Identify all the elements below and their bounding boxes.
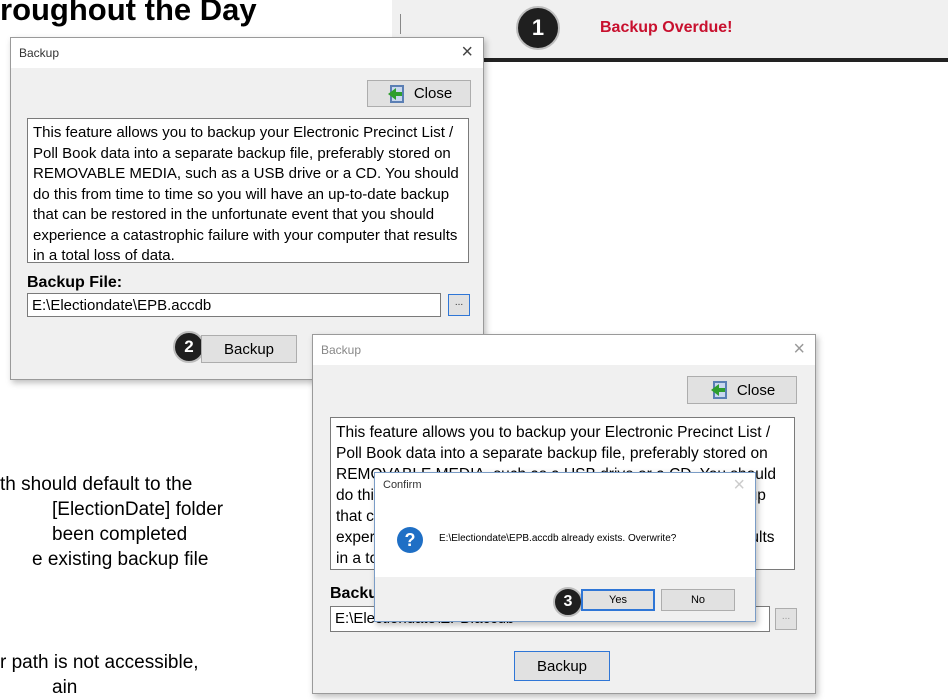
confirm-title: Confirm (383, 479, 422, 491)
no-button-label: No (690, 594, 706, 606)
title-bar: Backup × (11, 38, 483, 68)
body-text-line-4: e existing backup file (32, 549, 209, 570)
window-close-icon-2[interactable]: × (793, 338, 805, 361)
page-heading: roughout the Day (0, 0, 257, 27)
backup-overdue-label[interactable]: Backup Overdue! (600, 19, 732, 37)
exit-arrow-icon-2 (710, 381, 727, 399)
backup-file-label: Backup File: (27, 274, 123, 291)
body-text-line-5: r path is not accessible, (0, 652, 199, 673)
window-title-2: Backup (321, 343, 362, 357)
confirm-close-icon[interactable]: × (733, 474, 745, 497)
close-button-label: Close (413, 85, 453, 102)
confirm-dialog: Confirm × ? E:\Electiondate\EPB.accdb al… (374, 472, 756, 622)
body-text-line-1: th should default to the (0, 474, 193, 495)
backup-button-2-label: Backup (536, 657, 588, 675)
yes-button[interactable]: Yes (581, 589, 655, 611)
backup-file-input[interactable]: E:\Electiondate\EPB.accdb (27, 293, 441, 317)
body-text-line-6: ain (52, 677, 78, 698)
step-1-marker: 1 (516, 6, 560, 50)
close-button-2-label: Close (736, 381, 776, 399)
body-text-line-2: [ElectionDate] folder (52, 499, 224, 520)
confirm-title-bar: Confirm × (375, 473, 755, 501)
close-button[interactable]: Close (367, 80, 471, 107)
title-bar-2: Backup × (313, 335, 815, 365)
exit-arrow-icon (387, 84, 404, 103)
no-button[interactable]: No (661, 589, 735, 611)
browse-button-2[interactable]: ... (775, 608, 797, 630)
close-button-2[interactable]: Close (687, 376, 797, 404)
confirm-message: E:\Electiondate\EPB.accdb already exists… (439, 533, 677, 544)
step-3-marker: 3 (553, 587, 583, 617)
question-icon: ? (397, 527, 423, 553)
backup-button[interactable]: Backup (201, 335, 297, 363)
yes-button-label: Yes (609, 594, 627, 606)
backup-dialog: Backup × Close This feature allows you t… (10, 37, 484, 380)
window-close-icon[interactable]: × (461, 41, 473, 64)
confirm-body: ? E:\Electiondate\EPB.accdb already exis… (375, 501, 755, 577)
backup-button-label: Backup (223, 340, 275, 358)
window-title: Backup (19, 46, 60, 60)
description-text: This feature allows you to backup your E… (27, 118, 469, 263)
body-text-line-3: been completed (52, 524, 188, 545)
browse-button[interactable]: ... (448, 294, 470, 316)
backup-button-2[interactable]: Backup (514, 651, 610, 681)
